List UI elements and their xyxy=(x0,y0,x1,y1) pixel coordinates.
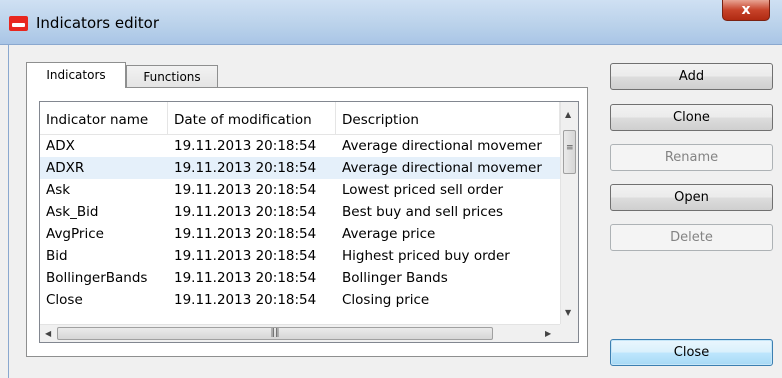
date-cell: 19.11.2013 20:18:54 xyxy=(174,226,317,242)
vertical-scroll-thumb[interactable]: ≡ xyxy=(563,130,576,174)
horizontal-scrollbar[interactable]: ◀ ‖‖ ▶ xyxy=(40,324,560,342)
table-row[interactable]: ADXR 19.11.2013 20:18:54 Average directi… xyxy=(40,157,560,179)
window-title: Indicators editor xyxy=(36,14,160,32)
scroll-right-arrow-icon[interactable]: ▶ xyxy=(545,329,551,338)
grip-icon: ≡ xyxy=(566,143,574,153)
vertical-scrollbar[interactable]: ▲ ≡ ▼ xyxy=(560,102,578,324)
indicators-editor-window: Indicators editor x Indicators Functions… xyxy=(0,0,782,378)
indicator-name-cell: Ask_Bid xyxy=(46,204,99,220)
table-row[interactable]: Ask_Bid 19.11.2013 20:18:54 Best buy and… xyxy=(40,201,560,223)
indicator-name-cell: ADX xyxy=(46,138,75,154)
description-cell: Average directional movemer xyxy=(342,160,542,176)
scroll-up-arrow-icon[interactable]: ▲ xyxy=(565,110,571,119)
indicator-name-cell: Ask xyxy=(46,182,71,198)
column-header-description[interactable]: Description xyxy=(336,102,560,134)
window-close-button[interactable]: x xyxy=(722,0,770,21)
table-row[interactable]: BollingerBands 19.11.2013 20:18:54 Bolli… xyxy=(40,267,560,289)
rename-button[interactable]: Rename xyxy=(610,144,773,171)
description-cell: Highest priced buy order xyxy=(342,248,510,264)
scroll-left-arrow-icon[interactable]: ◀ xyxy=(45,329,51,338)
tab-functions[interactable]: Functions xyxy=(126,65,218,89)
list-header: Indicator name Date of modification Desc… xyxy=(40,102,560,135)
table-row[interactable]: ADX 19.11.2013 20:18:54 Average directio… xyxy=(40,135,560,157)
description-cell: Closing price xyxy=(342,292,430,308)
scrollbar-corner xyxy=(560,324,578,342)
table-row[interactable]: Ask 19.11.2013 20:18:54 Lowest priced se… xyxy=(40,179,560,201)
table-row[interactable]: Bid 19.11.2013 20:18:54 Highest priced b… xyxy=(40,245,560,267)
delete-button[interactable]: Delete xyxy=(610,224,773,251)
date-cell: 19.11.2013 20:18:54 xyxy=(174,292,317,308)
add-button[interactable]: Add xyxy=(610,63,773,90)
date-cell: 19.11.2013 20:18:54 xyxy=(174,248,317,264)
horizontal-scroll-thumb[interactable]: ‖‖ xyxy=(57,327,493,340)
indicators-list[interactable]: Indicator name Date of modification Desc… xyxy=(39,101,579,343)
description-cell: Average price xyxy=(342,226,436,242)
date-cell: 19.11.2013 20:18:54 xyxy=(174,138,317,154)
indicator-name-cell: ADXR xyxy=(46,160,85,176)
indicator-name-cell: Close xyxy=(46,292,83,308)
clone-button[interactable]: Clone xyxy=(610,104,773,131)
tab-indicators[interactable]: Indicators xyxy=(26,62,126,88)
date-cell: 19.11.2013 20:18:54 xyxy=(174,204,317,220)
description-cell: Best buy and sell prices xyxy=(342,204,504,220)
column-header-indicator-name[interactable]: Indicator name xyxy=(40,102,168,134)
title-bar[interactable]: Indicators editor x xyxy=(0,0,782,45)
date-cell: 19.11.2013 20:18:54 xyxy=(174,270,317,286)
description-cell: Lowest priced sell order xyxy=(342,182,504,198)
indicator-name-cell: Bid xyxy=(46,248,68,264)
date-cell: 19.11.2013 20:18:54 xyxy=(174,182,317,198)
date-cell: 19.11.2013 20:18:54 xyxy=(174,160,317,176)
indicator-name-cell: BollingerBands xyxy=(46,270,148,286)
app-logo-icon xyxy=(9,16,28,31)
close-button[interactable]: Close xyxy=(610,339,773,366)
indicator-name-cell: AvgPrice xyxy=(46,226,104,242)
column-header-date-of-modification[interactable]: Date of modification xyxy=(168,102,336,134)
description-cell: Average directional movemer xyxy=(342,138,542,154)
grip-icon: ‖‖ xyxy=(270,328,280,338)
open-button[interactable]: Open xyxy=(610,184,773,211)
scroll-down-arrow-icon[interactable]: ▼ xyxy=(565,308,571,317)
table-row[interactable]: Close 19.11.2013 20:18:54 Closing price xyxy=(40,289,560,311)
description-cell: Bollinger Bands xyxy=(342,270,448,286)
table-row[interactable]: AvgPrice 19.11.2013 20:18:54 Average pri… xyxy=(40,223,560,245)
